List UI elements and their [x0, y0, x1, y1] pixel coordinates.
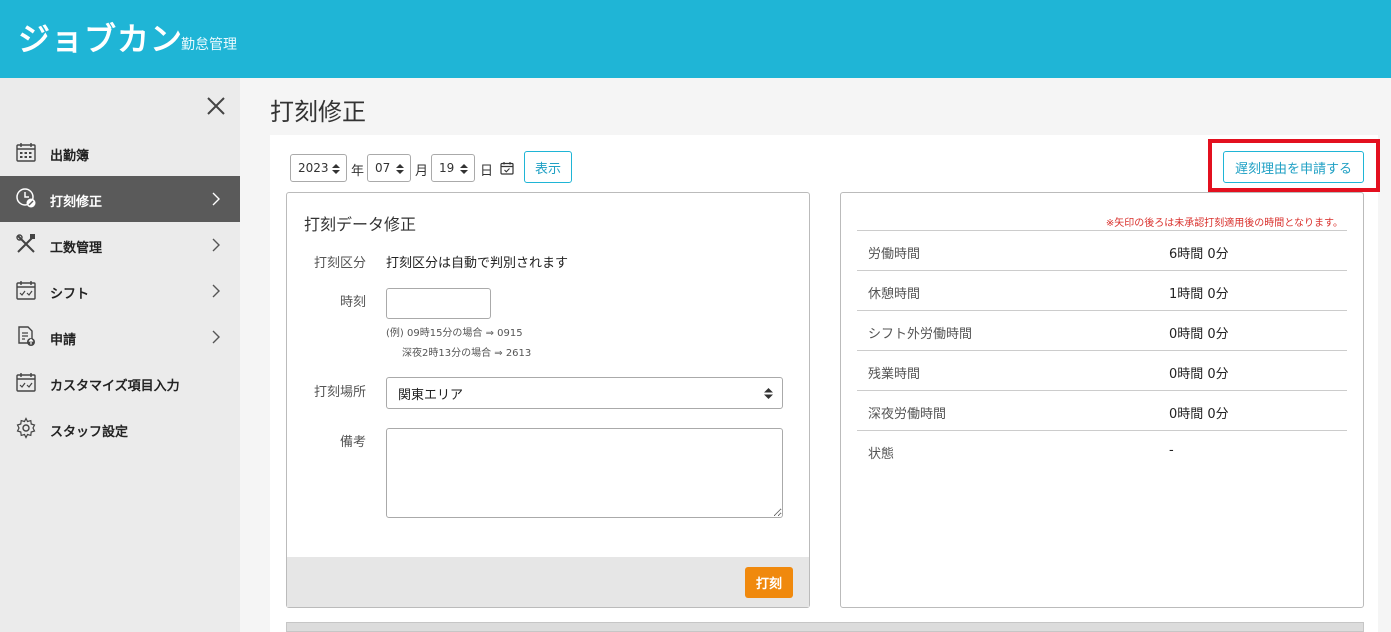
- app-header: ジョブカン 勤怠管理: [0, 0, 1391, 78]
- stamp-form-footer: [287, 557, 809, 607]
- calendar-icon[interactable]: [500, 161, 514, 175]
- stamp-submit-button[interactable]: 打刻: [745, 567, 793, 598]
- sidebar-item-attendance[interactable]: 出勤簿: [0, 130, 240, 176]
- summary-row-value: -: [1169, 443, 1174, 458]
- summary-row-value: 1時間 0分: [1169, 287, 1229, 302]
- sidebar-item-label: 申請: [50, 333, 77, 348]
- sidebar: 出勤簿 打刻修正 工数管理 シフト 申請 カスタマイズ項目入力 スタッフ設定: [0, 78, 240, 632]
- app-subtitle: 勤怠管理: [181, 37, 237, 53]
- select-arrows-icon: [332, 164, 340, 174]
- memo-label: 備考: [339, 435, 366, 450]
- stamp-type-value: 打刻区分は自動で判別されます: [386, 256, 569, 271]
- summary-row: 休憩時間 1時間 0分: [857, 270, 1347, 310]
- select-arrows-icon: [396, 164, 404, 174]
- sidebar-item-stamp-edit[interactable]: 打刻修正: [0, 176, 240, 222]
- month-label: 月: [415, 164, 429, 179]
- summary-row-label: 休憩時間: [868, 287, 921, 302]
- summary-row-label: 残業時間: [868, 367, 921, 382]
- clock-edit-icon: [16, 188, 36, 208]
- year-label: 年: [351, 164, 365, 179]
- summary-row: 状態 -: [857, 430, 1347, 470]
- time-label: 時刻: [339, 295, 366, 310]
- summary-note: ※矢印の後ろは未承認打刻適用後の時間となります。: [1105, 218, 1343, 229]
- month-value: 07: [375, 161, 391, 175]
- summary-row: シフト外労働時間 0時間 0分: [857, 310, 1347, 350]
- month-select[interactable]: 07: [367, 154, 411, 182]
- memo-textarea[interactable]: [386, 428, 783, 518]
- time-input[interactable]: [386, 288, 491, 319]
- sidebar-item-workload[interactable]: 工数管理: [0, 222, 240, 268]
- time-hint-2: 深夜2時13分の場合 ⇒ 2613: [402, 348, 532, 359]
- summary-row: 深夜労働時間 0時間 0分: [857, 390, 1347, 430]
- sidebar-item-staff-settings[interactable]: スタッフ設定: [0, 406, 240, 452]
- location-label: 打刻場所: [313, 385, 366, 400]
- chevron-right-icon: [212, 192, 220, 206]
- day-value: 19: [439, 161, 455, 175]
- time-hint-1: (例) 09時15分の場合 ⇒ 0915: [386, 328, 523, 339]
- sidebar-item-request[interactable]: 申請: [0, 314, 240, 360]
- sidebar-item-label: スタッフ設定: [50, 425, 129, 440]
- summary-row-label: 深夜労働時間: [868, 407, 947, 422]
- stamp-form-title: 打刻データ修正: [304, 215, 417, 234]
- tools-icon: [16, 234, 35, 253]
- chevron-right-icon: [212, 238, 220, 252]
- page-title: 打刻修正: [270, 98, 366, 126]
- summary-row-value: 6時間 0分: [1169, 247, 1229, 262]
- calendar-check-icon: [16, 281, 36, 300]
- summary-row-label: シフト外労働時間: [868, 327, 973, 342]
- year-value: 2023: [298, 161, 329, 175]
- summary-row-value: 0時間 0分: [1169, 367, 1229, 382]
- highlight-box: [1208, 139, 1380, 192]
- summary-row-label: 労働時間: [868, 247, 921, 262]
- calendar-grid-icon: [16, 143, 36, 162]
- sidebar-item-label: 工数管理: [50, 241, 103, 256]
- day-label: 日: [480, 164, 494, 179]
- location-select[interactable]: 関東エリア: [386, 377, 783, 409]
- sidebar-item-label: 出勤簿: [50, 149, 90, 164]
- calendar-check-icon: [16, 373, 36, 392]
- select-arrows-icon: [764, 388, 773, 399]
- sidebar-item-shift[interactable]: シフト: [0, 268, 240, 314]
- sidebar-item-custom-fields[interactable]: カスタマイズ項目入力: [0, 360, 240, 406]
- summary-row: 労働時間 6時間 0分: [857, 230, 1347, 270]
- show-button[interactable]: 表示: [524, 151, 572, 183]
- document-upload-icon: [18, 326, 35, 346]
- bottom-section: [286, 622, 1364, 632]
- chevron-right-icon: [212, 330, 220, 344]
- year-select[interactable]: 2023: [290, 154, 347, 182]
- summary-row-value: 0時間 0分: [1169, 327, 1229, 342]
- summary-row: 残業時間 0時間 0分: [857, 350, 1347, 390]
- chevron-right-icon: [212, 284, 220, 298]
- summary-row-label: 状態: [868, 447, 895, 462]
- app-logo[interactable]: ジョブカン: [18, 14, 183, 60]
- summary-row-value: 0時間 0分: [1169, 407, 1229, 422]
- stamp-type-label: 打刻区分: [313, 256, 366, 271]
- location-value: 関東エリア: [398, 387, 464, 403]
- sidebar-item-label: カスタマイズ項目入力: [50, 379, 180, 394]
- select-arrows-icon: [460, 164, 468, 174]
- gear-icon: [16, 417, 36, 439]
- close-icon[interactable]: [204, 94, 228, 118]
- day-select[interactable]: 19: [431, 154, 475, 182]
- sidebar-item-label: 打刻修正: [50, 195, 103, 210]
- sidebar-item-label: シフト: [50, 287, 90, 302]
